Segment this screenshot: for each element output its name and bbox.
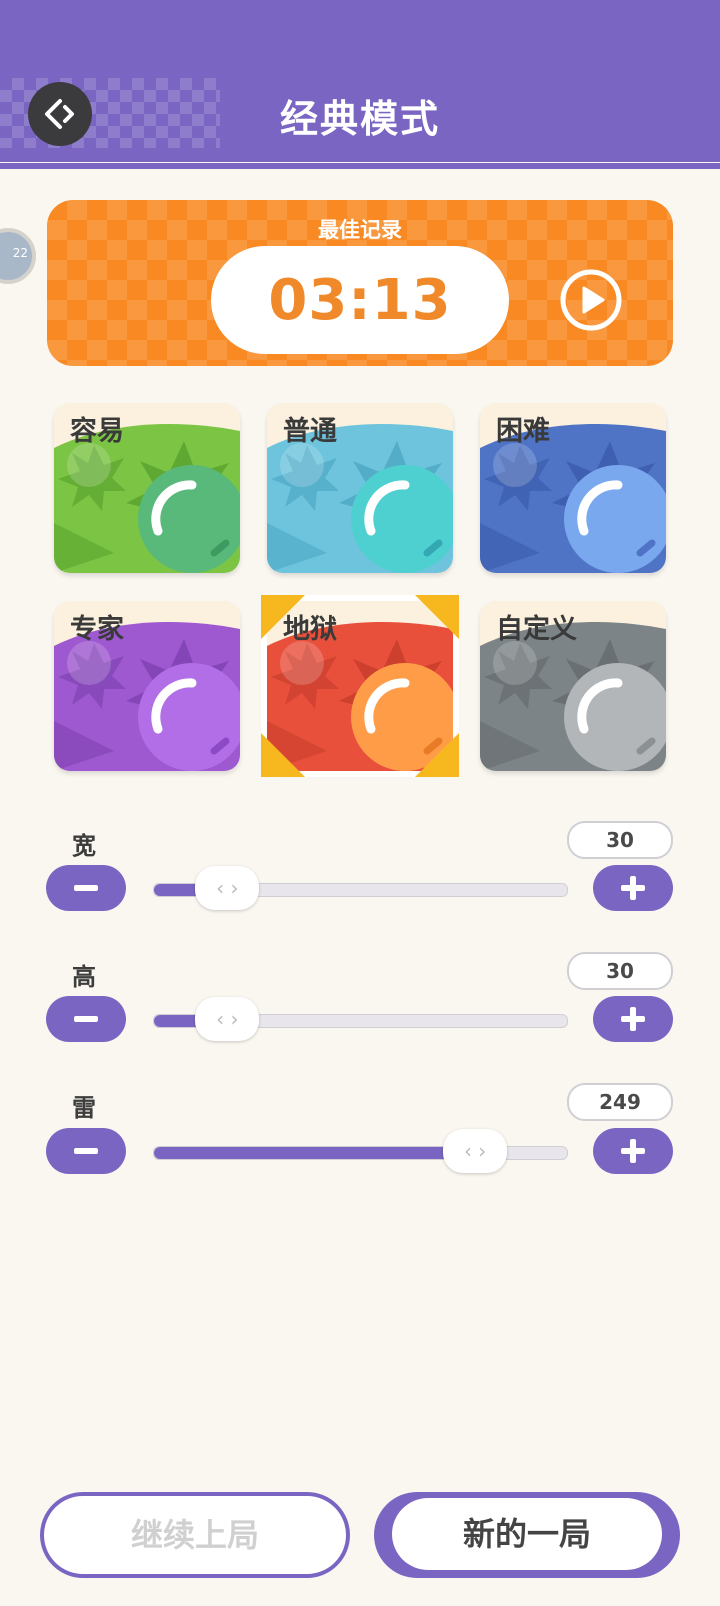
difficulty-tile-custom[interactable]: 自定义 [480, 601, 666, 771]
new-game-label: 新的一局 [392, 1498, 662, 1570]
new-game-button[interactable]: 新的一局 [374, 1492, 680, 1578]
difficulty-tile-hard[interactable]: 困难 [480, 403, 666, 573]
best-record-panel: 最佳记录 03:13 [47, 200, 673, 366]
difficulty-tile-hell[interactable]: 地狱 [267, 601, 453, 771]
mines-decrease-button[interactable] [46, 1128, 126, 1174]
side-badge[interactable]: 22 [0, 228, 36, 284]
width-label: 宽 [72, 832, 96, 860]
best-time: 03:13 [268, 267, 452, 333]
difficulty-tile-normal[interactable]: 普通 [267, 403, 453, 573]
difficulty-tile-easy[interactable]: 容易 [54, 403, 240, 573]
drag-arrows-icon: ‹ › [216, 876, 239, 900]
mines-slider-fill [154, 1147, 477, 1159]
height-slider-thumb[interactable]: ‹ › [195, 997, 260, 1041]
continue-game-button[interactable]: 继续上局 [40, 1492, 350, 1578]
replay-play-icon[interactable] [559, 268, 623, 332]
plus-icon [621, 876, 645, 900]
side-badge-text: 22 [12, 246, 28, 260]
width-slider-thumb[interactable]: ‹ › [195, 866, 260, 910]
difficulty-label: 地狱 [283, 614, 337, 645]
difficulty-label: 容易 [70, 416, 124, 447]
width-value: 30 [567, 821, 673, 859]
plus-icon [621, 1007, 645, 1031]
header-divider [0, 163, 720, 169]
width-decrease-button[interactable] [46, 865, 126, 911]
minus-icon [74, 1016, 98, 1022]
difficulty-label: 专家 [70, 614, 124, 645]
height-label: 高 [72, 963, 96, 991]
height-decrease-button[interactable] [46, 996, 126, 1042]
plus-icon [621, 1139, 645, 1163]
difficulty-tile-expert[interactable]: 专家 [54, 601, 240, 771]
best-record-label: 最佳记录 [318, 218, 402, 242]
drag-arrows-icon: ‹ › [463, 1139, 487, 1163]
mines-slider-thumb[interactable]: ‹ › [443, 1129, 508, 1173]
minus-icon [74, 1148, 98, 1154]
difficulty-label: 普通 [283, 416, 337, 447]
best-time-box: 03:13 [211, 246, 509, 354]
page-title: 经典模式 [279, 97, 440, 141]
width-increase-button[interactable] [593, 865, 673, 911]
mines-label: 雷 [72, 1094, 96, 1122]
header-bar: 经典模式 [0, 0, 720, 162]
drag-arrows-icon: ‹ › [216, 1007, 239, 1031]
minus-icon [74, 885, 98, 891]
mines-value: 249 [567, 1083, 673, 1121]
difficulty-label: 困难 [496, 416, 550, 447]
mines-increase-button[interactable] [593, 1128, 673, 1174]
height-value: 30 [567, 952, 673, 990]
height-increase-button[interactable] [593, 996, 673, 1042]
difficulty-label: 自定义 [496, 614, 577, 645]
